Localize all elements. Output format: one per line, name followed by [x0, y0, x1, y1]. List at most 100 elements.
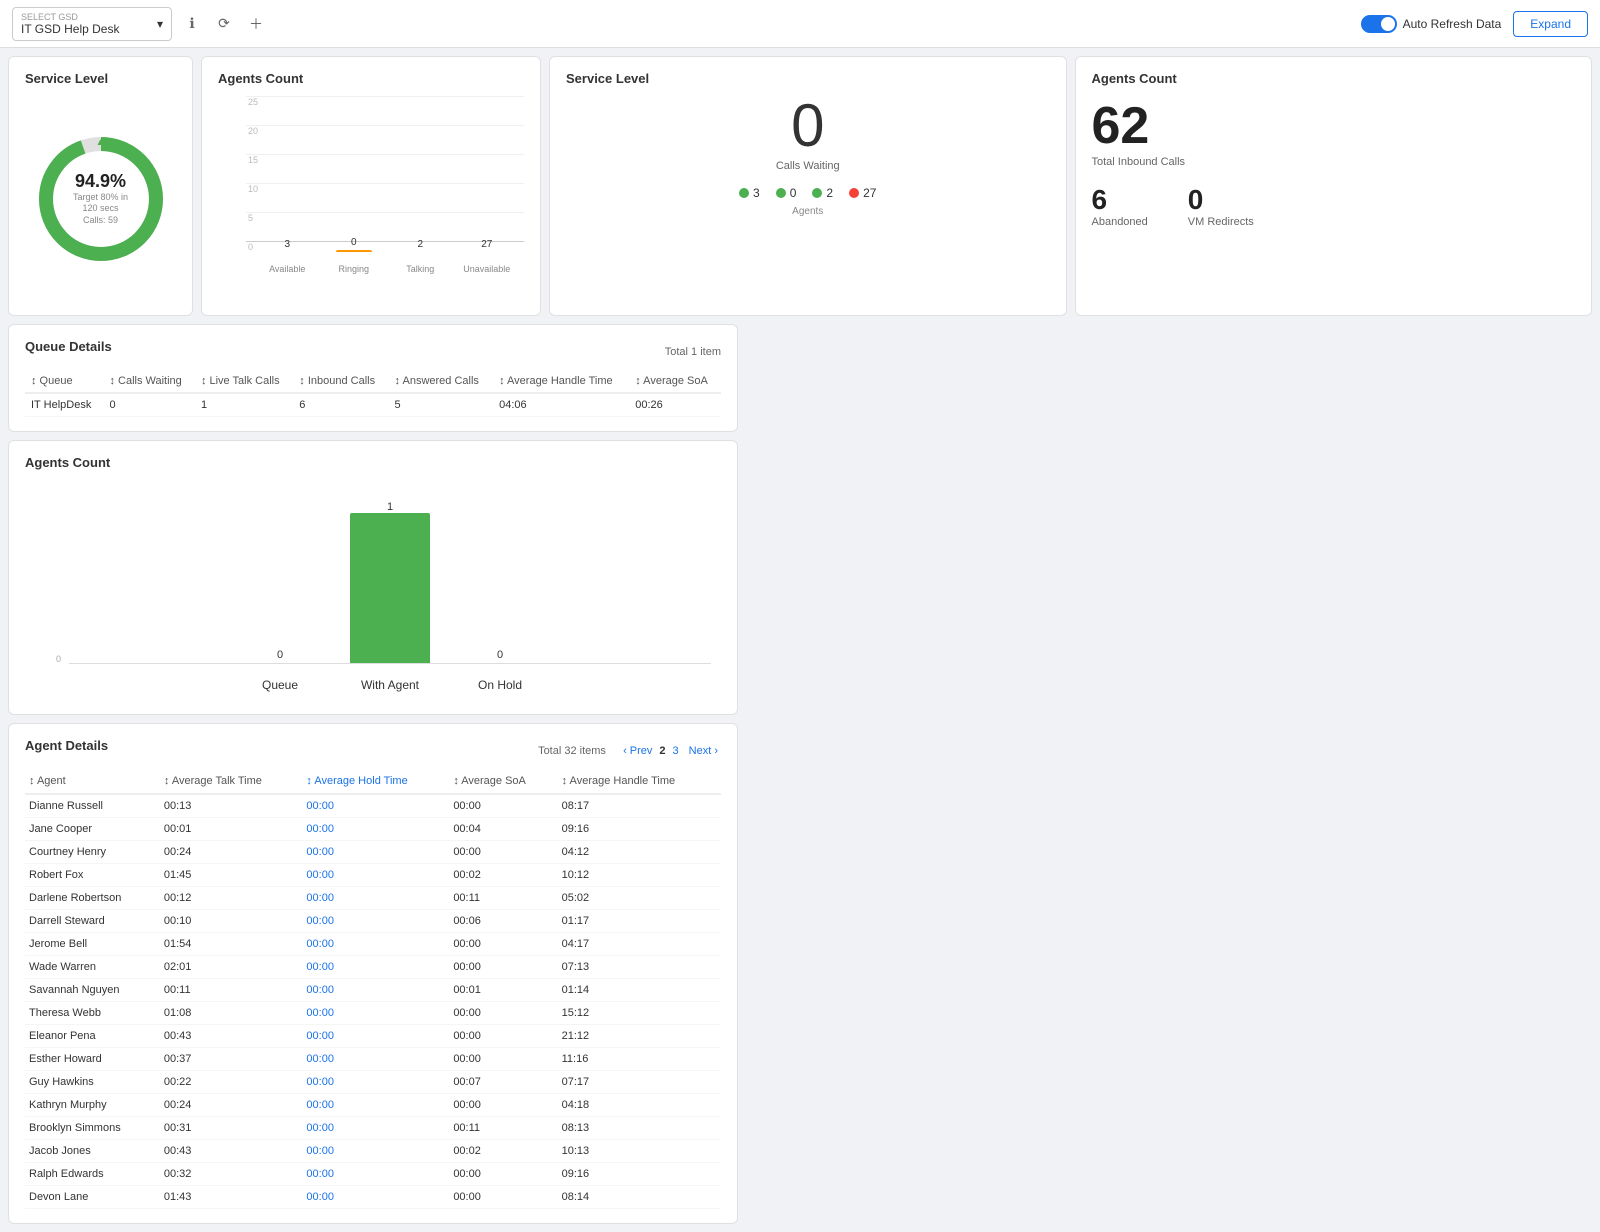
agent-name: Jerome Bell [25, 933, 160, 956]
qcol-waiting[interactable]: ↕ Calls Waiting [103, 370, 194, 393]
qcol-answered[interactable]: ↕ Answered Calls [389, 370, 494, 393]
vm-redirects-label: VM Redirects [1188, 216, 1254, 228]
bar-talking-label-top: 2 [417, 239, 423, 250]
table-row: Kathryn Murphy 00:24 00:00 00:00 04:18 [25, 1094, 721, 1117]
agent-handle-time: 04:18 [558, 1094, 721, 1117]
col-soa[interactable]: ↕ Average SoA [449, 769, 557, 794]
expand-button[interactable]: Expand [1513, 11, 1588, 37]
y-axis-zero: 0 [56, 654, 61, 664]
agents-count-bar-card-top: Agents Count 25 20 15 10 5 0 3 [201, 56, 541, 316]
col-talk[interactable]: ↕ Average Talk Time [160, 769, 303, 794]
agent-hold-time: 00:00 [302, 841, 449, 864]
bar-queue [240, 661, 320, 663]
agents-label: Agents [566, 206, 1050, 217]
agent-handle-time: 11:16 [558, 1048, 721, 1071]
agent-handle-time: 05:02 [558, 887, 721, 910]
agent-hold-time: 00:00 [302, 887, 449, 910]
queue-row: IT HelpDesk 0 1 6 5 04:06 00:26 [25, 393, 721, 417]
bar-x-unavailable: Unavailable [454, 264, 521, 274]
queue-inbound: 6 [293, 393, 388, 417]
agent-handle-time: 15:12 [558, 1002, 721, 1025]
agent-soa: 00:00 [449, 1048, 557, 1071]
agent-name: Brooklyn Simmons [25, 1117, 160, 1140]
agent-talk-time: 02:01 [160, 956, 303, 979]
agent-handle-time: 01:17 [558, 910, 721, 933]
qcol-live[interactable]: ↕ Live Talk Calls [195, 370, 293, 393]
col-hold[interactable]: ↕ Average Hold Time [302, 769, 449, 794]
agent-soa: 00:00 [449, 794, 557, 818]
table-row: Jane Cooper 00:01 00:00 00:04 09:16 [25, 818, 721, 841]
agent-soa: 00:11 [449, 1117, 557, 1140]
agent-handle-time: 04:17 [558, 933, 721, 956]
bar-unavailable: 27 [454, 239, 521, 252]
abandoned-number: 6 [1092, 184, 1148, 216]
qcol-soa[interactable]: ↕ Average SoA [629, 370, 721, 393]
agent-talk-time: 00:43 [160, 1025, 303, 1048]
dot-value-4: 27 [863, 186, 876, 200]
agent-soa: 00:11 [449, 887, 557, 910]
agent-handle-time: 09:16 [558, 1163, 721, 1186]
agent-hold-time: 00:00 [302, 956, 449, 979]
table-row: Darrell Steward 00:10 00:00 00:06 01:17 [25, 910, 721, 933]
table-row: Jacob Jones 00:43 00:00 00:02 10:13 [25, 1140, 721, 1163]
agent-name: Jane Cooper [25, 818, 160, 841]
agent-soa: 00:00 [449, 956, 557, 979]
bar-queue-top-label: 0 [277, 649, 283, 661]
queue-header-row: ↕ Queue ↕ Calls Waiting ↕ Live Talk Call… [25, 370, 721, 393]
toggle-switch[interactable] [1361, 15, 1397, 33]
refresh-icon[interactable]: ⟳ [212, 12, 236, 36]
col-handle[interactable]: ↕ Average Handle Time [558, 769, 721, 794]
page-2[interactable]: 2 [659, 745, 665, 757]
dot-green-2 [776, 188, 786, 198]
queue-value: IT GSD Help Desk [21, 22, 119, 36]
agent-soa: 00:02 [449, 1140, 557, 1163]
prev-page[interactable]: ‹ Prev [620, 744, 655, 758]
qcol-inbound[interactable]: ↕ Inbound Calls [293, 370, 388, 393]
table-row: Jerome Bell 01:54 00:00 00:00 04:17 [25, 933, 721, 956]
agent-soa: 00:07 [449, 1071, 557, 1094]
agent-handle-time: 07:17 [558, 1071, 721, 1094]
add-icon[interactable]: ＋ [244, 12, 268, 36]
queue-live-talk: 1 [195, 393, 293, 417]
donut-calls: Calls: 59 [66, 215, 136, 227]
agent-name: Darrell Steward [25, 910, 160, 933]
queue-table: ↕ Queue ↕ Calls Waiting ↕ Live Talk Call… [25, 370, 721, 417]
queue-label: SELECT GSD [21, 12, 119, 22]
auto-refresh-toggle[interactable]: Auto Refresh Data [1361, 15, 1502, 33]
queue-soa: 00:26 [629, 393, 721, 417]
info-icon[interactable]: ℹ [180, 12, 204, 36]
col-agent[interactable]: ↕ Agent [25, 769, 160, 794]
agent-soa: 00:00 [449, 1002, 557, 1025]
total-items: Total 32 items [538, 745, 606, 757]
queue-details-title: Queue Details [25, 339, 112, 354]
bar-unavailable-label-top: 27 [481, 239, 492, 250]
page-3[interactable]: 3 [670, 744, 682, 758]
queue-name: IT HelpDesk [25, 393, 103, 417]
agent-talk-time: 00:24 [160, 841, 303, 864]
agents-dots: 3 0 2 27 [566, 186, 1050, 200]
bar-x-talking: Talking [387, 264, 454, 274]
qcol-handle[interactable]: ↕ Average Handle Time [493, 370, 629, 393]
qcol-queue[interactable]: ↕ Queue [25, 370, 103, 393]
bar-group-with-agent: 1 [350, 501, 430, 663]
table-row: Savannah Nguyen 00:11 00:00 00:01 01:14 [25, 979, 721, 1002]
agent-talk-time: 01:43 [160, 1186, 303, 1209]
agent-hold-time: 00:00 [302, 1048, 449, 1071]
agent-talk-time: 00:13 [160, 794, 303, 818]
agent-soa: 00:00 [449, 841, 557, 864]
agent-talk-time: 00:01 [160, 818, 303, 841]
table-row: Courtney Henry 00:24 00:00 00:00 04:12 [25, 841, 721, 864]
agent-soa: 00:01 [449, 979, 557, 1002]
agent-name: Devon Lane [25, 1186, 160, 1209]
agent-hold-time: 00:00 [302, 910, 449, 933]
agents-count-chart-title: Agents Count [25, 455, 721, 470]
queue-details-card: Queue Details Total 1 item ↕ Queue ↕ Cal… [8, 324, 738, 432]
calls-waiting-label: Calls Waiting [566, 160, 1050, 172]
agent-hold-time: 00:00 [302, 1186, 449, 1209]
donut-container: 94.9% Target 80% in 120 secs Calls: 59 ▲ [25, 96, 176, 301]
next-page[interactable]: Next › [686, 744, 721, 758]
queue-selector[interactable]: SELECT GSD IT GSD Help Desk ▾ [12, 7, 172, 41]
queue-total-items: Total 1 item [665, 346, 721, 358]
table-row: Theresa Webb 01:08 00:00 00:00 15:12 [25, 1002, 721, 1025]
agent-talk-time: 00:32 [160, 1163, 303, 1186]
